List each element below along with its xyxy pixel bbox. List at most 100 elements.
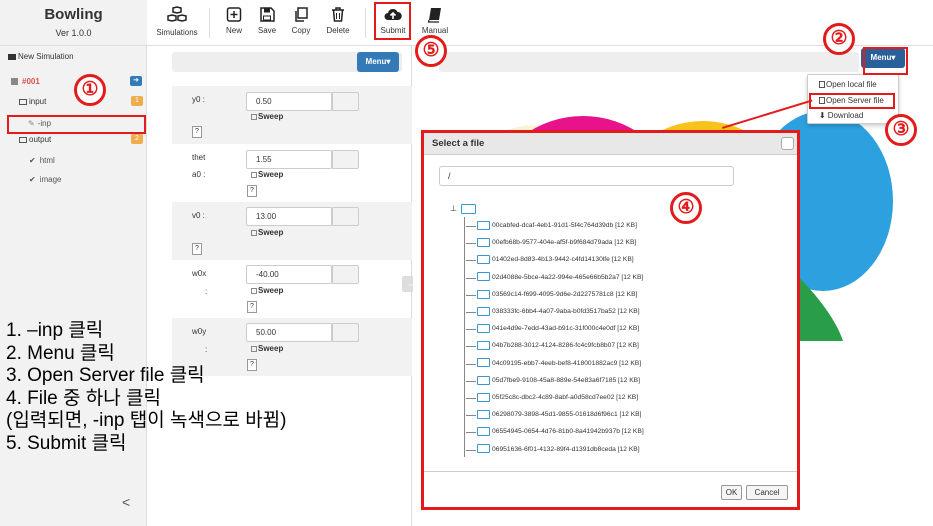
copy-button[interactable]: Copy bbox=[288, 6, 314, 35]
output-group[interactable]: output bbox=[19, 135, 51, 144]
floppy-icon bbox=[260, 7, 275, 22]
instruction-line: 3. Open Server file 클릭 bbox=[6, 365, 205, 387]
toolbar-divider bbox=[365, 8, 366, 38]
tree-line bbox=[464, 217, 465, 457]
check-icon: ✔ bbox=[29, 156, 36, 165]
help-button[interactable]: ? bbox=[247, 301, 257, 313]
new-simulation-item[interactable]: New Simulation bbox=[8, 52, 74, 61]
param-row-w0x: w0x : -40.00 Sweep ? bbox=[172, 260, 412, 318]
path-input[interactable]: / bbox=[439, 166, 734, 186]
toolbar: Simulations New Save Copy Delete Submit … bbox=[147, 0, 933, 46]
sweep-checkbox[interactable]: Sweep bbox=[251, 228, 283, 237]
file-item[interactable]: 06951636-6f01-4132-89f4-d1391db8ceda [12… bbox=[466, 443, 640, 457]
folder-icon bbox=[477, 306, 490, 316]
delete-button[interactable]: Delete bbox=[323, 6, 353, 35]
sweep-checkbox[interactable]: Sweep bbox=[251, 170, 283, 179]
param-menu-button[interactable]: Menu▾ bbox=[357, 52, 399, 72]
monitor-icon bbox=[19, 98, 27, 105]
new-simulation-label: New Simulation bbox=[18, 52, 74, 61]
folder-icon bbox=[477, 375, 490, 385]
theta0-input[interactable]: 1.55 bbox=[246, 150, 332, 169]
file-name: 041e4d9e-7edd-43ad-b91c-31f000c4e0df [12… bbox=[492, 325, 640, 333]
image-label: image bbox=[39, 175, 62, 184]
check-icon: ✔ bbox=[29, 175, 36, 184]
file-name: 00cabfed-dcaf-4eb1-91d1-5f4c764d39db [12… bbox=[492, 222, 638, 229]
file-tree: ⊥ 00cabfed-dcaf-4eb1-91d1-5f4c764d39db [… bbox=[428, 197, 793, 457]
collapse-sidebar-button[interactable]: < bbox=[122, 494, 130, 510]
select-file-dialog: Select a file / ⊥ 00cabfed-dcaf-4eb1-91d… bbox=[421, 130, 800, 510]
tree-branch-line bbox=[466, 226, 476, 227]
output-badge: 2 bbox=[131, 134, 143, 144]
file-name: 05d7fbe9-9108-45a8-889e-54e83a6f7185 [12… bbox=[492, 376, 640, 384]
v0-input[interactable]: 13.00 bbox=[246, 207, 332, 226]
arrow-right-icon[interactable]: ➜ bbox=[130, 76, 142, 86]
file-item[interactable]: 04b7b288-3012-4124-8286-fc4c9fcb8b07 [12… bbox=[466, 339, 639, 353]
file-item[interactable]: 06554945-0654-4d76-81b0-8a41942b937b [12… bbox=[466, 425, 644, 439]
download-item[interactable]: ⬇ Download bbox=[819, 111, 863, 120]
file-name: 06298079-3898-45d1-9855-01618d6f96c1 [12… bbox=[492, 411, 642, 419]
delete-label: Delete bbox=[326, 26, 350, 35]
image-item[interactable]: ✔ image bbox=[29, 175, 62, 184]
file-item[interactable]: 03569c14-f699-4095-9d6e-2d2275781c8 [12 … bbox=[466, 288, 637, 302]
file-item[interactable]: 02d4088e-5bce-4a22-994e-465e66b5b2a7 [12… bbox=[466, 271, 643, 285]
tree-toggle-icon[interactable]: ⊥ bbox=[450, 204, 457, 213]
folder-icon bbox=[477, 289, 490, 299]
instruction-line: 5. Submit 클릭 bbox=[6, 432, 127, 454]
sweep-label: Sweep bbox=[258, 170, 284, 179]
file-name: 01402ed-8d83-4b13-9442-c4fd14130lfe [12 … bbox=[492, 256, 634, 264]
open-local-file-label: Open local file bbox=[826, 80, 877, 89]
manual-button[interactable]: Manual bbox=[420, 6, 450, 35]
file-item[interactable]: 05f25c8c-dbc2-4c89-8abf-a0d58cd7ee02 [12… bbox=[466, 391, 638, 405]
tree-branch-line bbox=[466, 329, 476, 331]
file-item[interactable]: 05d7fbe9-9108-45a8-889e-54e83a6f7185 [12… bbox=[466, 374, 640, 388]
w0x-input[interactable]: -40.00 bbox=[246, 265, 332, 284]
toolbar-divider bbox=[209, 8, 210, 38]
simulations-button[interactable]: Simulations bbox=[153, 6, 201, 37]
file-item[interactable]: 01402ed-8d83-4b13-9442-c4fd14130lfe [12 … bbox=[466, 253, 634, 267]
tree-branch-line bbox=[466, 449, 476, 451]
list-icon bbox=[11, 78, 18, 86]
app-title: Bowling bbox=[44, 6, 103, 23]
input-badge: 1 bbox=[131, 96, 143, 106]
new-button[interactable]: New bbox=[222, 6, 246, 35]
tree-branch-line bbox=[466, 346, 476, 348]
tree-branch-line bbox=[466, 415, 476, 417]
cubes-icon bbox=[167, 6, 187, 22]
file-item[interactable]: 041e4d9e-7edd-43ad-b91c-31f000c4e0df [12… bbox=[466, 322, 640, 336]
simulations-label: Simulations bbox=[156, 28, 198, 37]
root-folder-icon[interactable] bbox=[461, 204, 476, 214]
file-item[interactable]: 00efb68b-9577-404e-af5f-b9f684d79ada [12… bbox=[466, 236, 636, 250]
help-button[interactable]: ? bbox=[247, 185, 257, 197]
file-item[interactable]: 04c09195-ebb7-4eeb-bef8-418001882ac9 [12… bbox=[466, 357, 641, 371]
simulation-item[interactable]: #001 bbox=[11, 77, 40, 86]
file-item[interactable]: 00cabfed-dcaf-4eb1-91d1-5f4c764d39db [12… bbox=[466, 219, 638, 233]
cancel-button[interactable]: Cancel bbox=[746, 485, 788, 500]
ok-button[interactable]: OK bbox=[721, 485, 742, 500]
tree-branch-line bbox=[466, 312, 476, 313]
highlight-menu bbox=[863, 47, 908, 75]
save-label: Save bbox=[257, 26, 277, 35]
tree-branch-line bbox=[466, 277, 476, 279]
open-local-file-item[interactable]: Open local file bbox=[819, 80, 877, 89]
help-button[interactable]: ? bbox=[192, 126, 202, 138]
param-label: w0x bbox=[192, 269, 207, 278]
help-button[interactable]: ? bbox=[192, 243, 202, 255]
file-item[interactable]: 06298079-3898-45d1-9855-01618d6f96c1 [12… bbox=[466, 408, 642, 422]
html-item[interactable]: ✔ html bbox=[29, 156, 55, 165]
instructions-text: 1. –inp 클릭 2. Menu 클릭 3. Open Server fil… bbox=[6, 320, 287, 456]
sweep-checkbox[interactable]: Sweep bbox=[251, 286, 283, 295]
dialog-titlebar: Select a file bbox=[424, 133, 797, 155]
input-addon bbox=[332, 323, 359, 342]
save-button[interactable]: Save bbox=[254, 6, 280, 35]
param-label: y0 : bbox=[192, 95, 205, 104]
close-icon[interactable] bbox=[781, 137, 794, 150]
copy-label: Copy bbox=[291, 26, 311, 35]
folder-icon bbox=[477, 392, 490, 402]
highlight-inp bbox=[7, 115, 146, 134]
input-group[interactable]: input bbox=[19, 97, 46, 106]
sweep-checkbox[interactable]: Sweep bbox=[251, 112, 283, 121]
y0-input[interactable]: 0.50 bbox=[246, 92, 332, 111]
file-item[interactable]: 038333fc-6bb4-4a07-9aba-b0fd3517ba52 [12… bbox=[466, 305, 640, 319]
param-label: thet bbox=[192, 153, 206, 162]
file-name: 04b7b288-3012-4124-8286-fc4c9fcb8b07 [12… bbox=[492, 342, 639, 350]
